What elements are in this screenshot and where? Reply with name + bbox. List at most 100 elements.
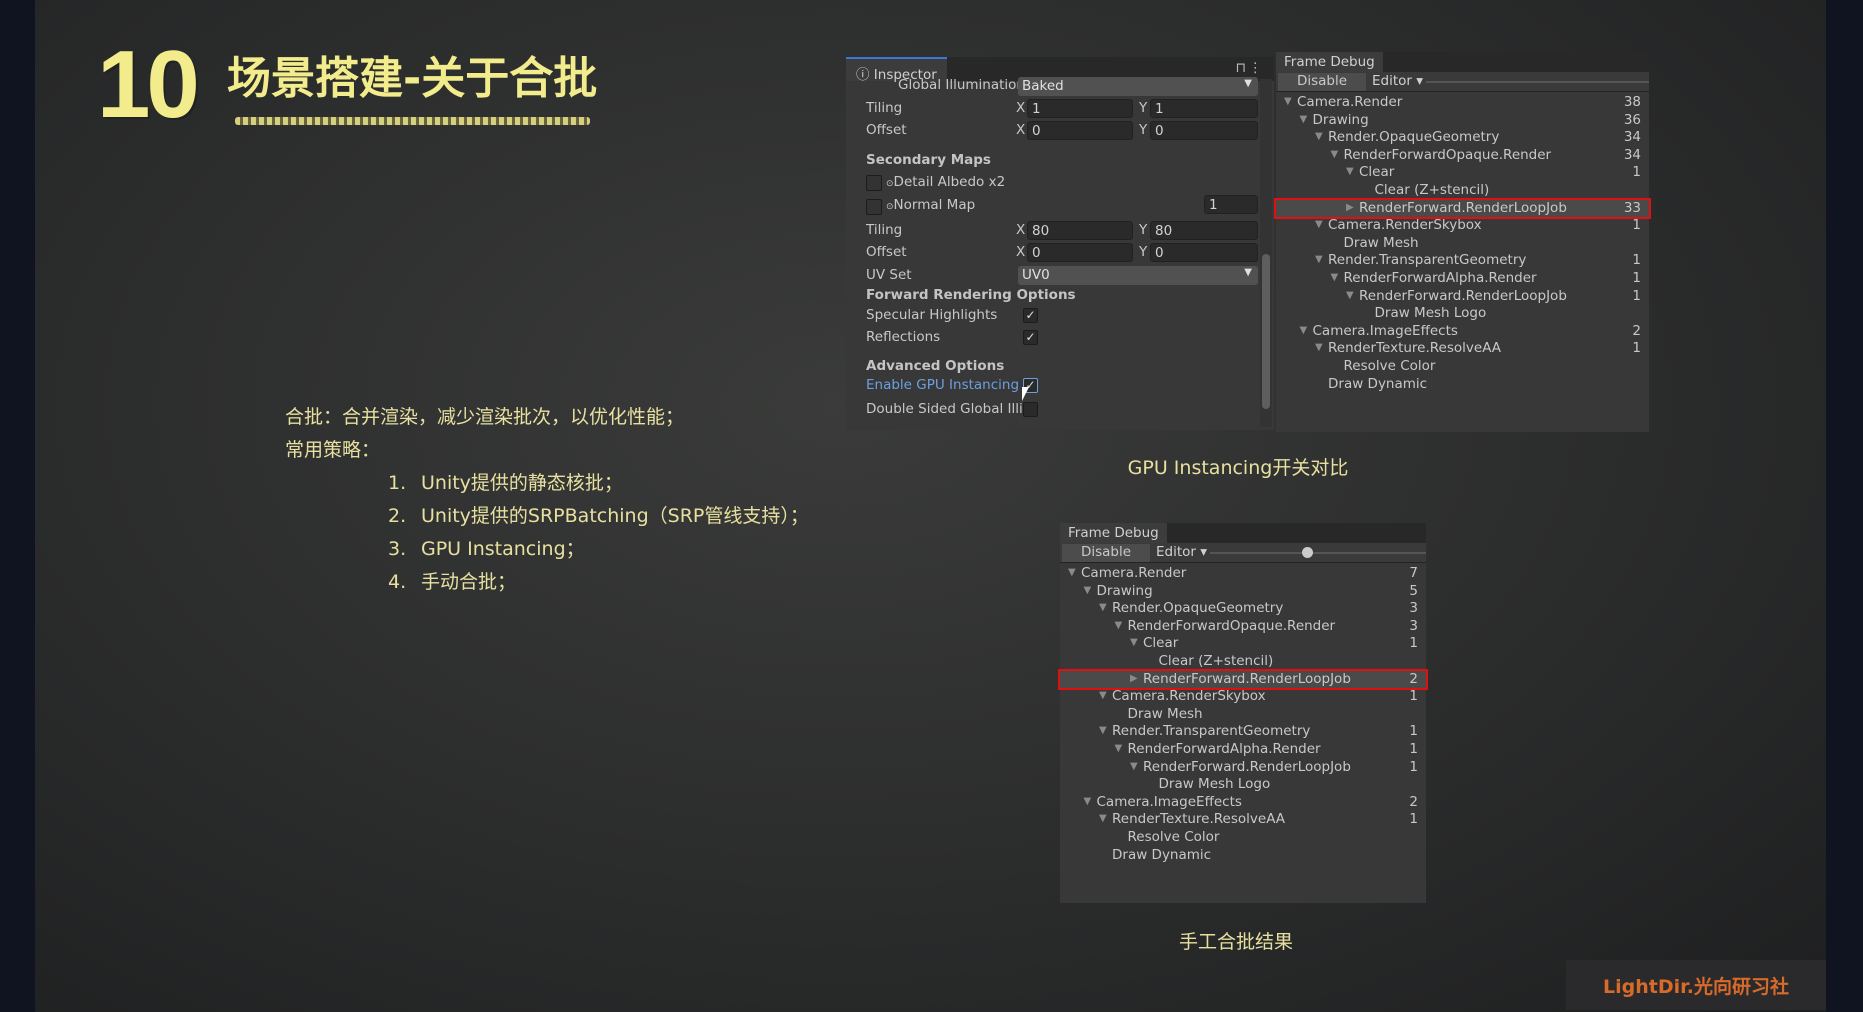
expand-arrow-icon[interactable]: ▶ <box>1346 202 1354 213</box>
event-tree-item[interactable]: ▼ Camera.Render 38 <box>1276 94 1649 112</box>
event-tree-item[interactable]: ▼ Drawing 36 <box>1276 112 1649 130</box>
gi-dropdown[interactable]: Baked ▼ <box>1018 77 1258 96</box>
collapse-arrow-icon[interactable]: ▼ <box>1300 325 1308 336</box>
tab-frame-debug[interactable]: Frame Debug <box>1060 523 1167 543</box>
lock-icon[interactable]: ⊓ <box>1235 60 1246 76</box>
collapse-arrow-icon[interactable]: ▼ <box>1099 690 1107 701</box>
double-sided-gi-checkbox[interactable] <box>1023 402 1038 417</box>
offset2-y-field[interactable]: 0 <box>1150 243 1258 262</box>
event-tree-item[interactable]: ▼ Render.OpaqueGeometry 3 <box>1060 600 1426 618</box>
collapse-arrow-icon[interactable]: ▼ <box>1284 96 1292 107</box>
strategies-label: 常用策略： <box>285 439 381 461</box>
event-slider[interactable] <box>1210 547 1426 558</box>
collapse-arrow-icon[interactable]: ▼ <box>1115 620 1123 631</box>
event-tree-item[interactable]: ▼ Camera.Render 7 <box>1060 565 1426 583</box>
offset1-x-field[interactable]: 0 <box>1027 121 1133 140</box>
reflections-checkbox[interactable]: ✓ <box>1023 330 1038 345</box>
draw-call-count: 34 <box>1623 129 1641 146</box>
collapse-arrow-icon[interactable]: ▼ <box>1130 761 1138 772</box>
more-options-icon[interactable]: ⋮ <box>1249 60 1263 76</box>
disable-button[interactable]: Disable <box>1278 73 1366 91</box>
event-tree-item[interactable]: ▼ RenderForwardAlpha.Render 1 <box>1060 741 1426 759</box>
collapse-arrow-icon[interactable]: ▼ <box>1315 219 1323 230</box>
event-tree-item[interactable]: ▼ Render.TransparentGeometry 1 <box>1276 252 1649 270</box>
slide-number: 10 <box>97 31 200 138</box>
offset1-y-field[interactable]: 0 <box>1150 121 1258 140</box>
editor-dropdown[interactable]: Editor ▾ <box>1152 544 1211 560</box>
collapse-arrow-icon[interactable]: ▼ <box>1084 796 1092 807</box>
event-name: RenderForward.RenderLoopJob <box>1359 287 1567 304</box>
slider-handle[interactable] <box>1302 547 1313 558</box>
event-name: RenderTexture.ResolveAA <box>1112 811 1286 828</box>
tiling2-y-field[interactable]: 80 <box>1150 221 1258 240</box>
event-tree-item[interactable]: ▼ Camera.RenderSkybox 1 <box>1060 688 1426 706</box>
event-tree-item[interactable]: Resolve Color <box>1276 358 1649 376</box>
tiling2-label: Tiling <box>866 222 903 238</box>
event-tree-item[interactable]: ▼ RenderForwardOpaque.Render 3 <box>1060 618 1426 636</box>
event-tree-item[interactable]: Draw Dynamic <box>1276 376 1649 394</box>
normal-scale-field[interactable]: 1 <box>1204 195 1258 214</box>
collapse-arrow-icon[interactable]: ▼ <box>1099 602 1107 613</box>
event-tree-item[interactable]: ▼ RenderForwardAlpha.Render 1 <box>1276 270 1649 288</box>
disable-button[interactable]: Disable <box>1062 544 1150 562</box>
event-tree-item[interactable]: ▼ Drawing 5 <box>1060 583 1426 601</box>
collapse-arrow-icon[interactable]: ▼ <box>1346 290 1354 301</box>
event-tree-item[interactable]: ▼ Clear 1 <box>1060 635 1426 653</box>
event-tree-item[interactable]: Draw Dynamic <box>1060 847 1426 865</box>
event-tree-item[interactable]: ▼ Clear 1 <box>1276 164 1649 182</box>
tiling2-x-field[interactable]: 80 <box>1027 221 1133 240</box>
event-tree-item[interactable]: ▼ RenderForward.RenderLoopJob 1 <box>1060 759 1426 777</box>
event-tree-item[interactable]: ▼ Camera.ImageEffects 2 <box>1276 323 1649 341</box>
event-tree-item[interactable]: ▼ RenderForwardOpaque.Render 34 <box>1276 147 1649 165</box>
collapse-arrow-icon[interactable]: ▼ <box>1099 813 1107 824</box>
collapse-arrow-icon[interactable]: ▼ <box>1315 342 1323 353</box>
event-tree-item[interactable]: ▼ RenderTexture.ResolveAA 1 <box>1060 811 1426 829</box>
event-slider[interactable] <box>1426 81 1649 83</box>
event-name: Camera.Render <box>1081 565 1187 581</box>
collapse-arrow-icon[interactable]: ▼ <box>1115 743 1123 754</box>
uv-set-dropdown[interactable]: UV0 ▼ <box>1018 266 1258 285</box>
scrollbar-thumb[interactable] <box>1262 254 1270 409</box>
double-sided-gi-label: Double Sided Global Illi <box>866 401 1023 417</box>
collapse-arrow-icon[interactable]: ▼ <box>1331 272 1339 283</box>
event-name: Drawing <box>1096 582 1153 599</box>
normal-map-slot[interactable] <box>866 199 882 215</box>
event-tree-item[interactable]: ▼ Camera.ImageEffects 2 <box>1060 794 1426 812</box>
event-tree-item[interactable]: Draw Mesh Logo <box>1060 776 1426 794</box>
detail-albedo-slot[interactable] <box>866 175 882 191</box>
event-tree-item[interactable]: ▶ RenderForward.RenderLoopJob 2 <box>1058 668 1428 691</box>
tab-frame-debug[interactable]: Frame Debug <box>1276 52 1383 72</box>
event-tree-item[interactable]: Draw Mesh <box>1276 235 1649 253</box>
event-tree-item[interactable]: Draw Mesh Logo <box>1276 305 1649 323</box>
event-tree-item[interactable]: ▼ Render.TransparentGeometry 1 <box>1060 723 1426 741</box>
collapse-arrow-icon[interactable]: ▼ <box>1331 149 1339 160</box>
event-tree-item[interactable]: Resolve Color <box>1060 829 1426 847</box>
event-tree-item[interactable]: ▶ RenderForward.RenderLoopJob 33 <box>1274 197 1651 220</box>
collapse-arrow-icon[interactable]: ▼ <box>1130 637 1138 648</box>
collapse-arrow-icon[interactable]: ▼ <box>1084 585 1092 596</box>
event-tree-item[interactable]: ▼ Camera.RenderSkybox 1 <box>1276 217 1649 235</box>
tiling1-y-field[interactable]: 1 <box>1150 99 1258 118</box>
inspector-scrollbar[interactable] <box>1260 79 1272 427</box>
offset2-x-field[interactable]: 0 <box>1027 243 1133 262</box>
event-tree-item[interactable]: ▼ Render.OpaqueGeometry 34 <box>1276 129 1649 147</box>
event-tree-item[interactable]: Clear (Z+stencil) <box>1276 182 1649 200</box>
expand-arrow-icon[interactable]: ▶ <box>1130 673 1138 684</box>
draw-call-count: 1 <box>1409 635 1418 652</box>
draw-call-count: 1 <box>1632 217 1641 234</box>
event-tree-item[interactable]: Clear (Z+stencil) <box>1060 653 1426 671</box>
tiling1-x-field[interactable]: 1 <box>1027 99 1133 118</box>
collapse-arrow-icon[interactable]: ▼ <box>1300 114 1308 125</box>
target-icon: ⊙ <box>886 179 894 189</box>
y-axis-label: Y <box>1139 122 1148 138</box>
collapse-arrow-icon[interactable]: ▼ <box>1315 254 1323 265</box>
specular-checkbox[interactable]: ✓ <box>1023 308 1038 323</box>
collapse-arrow-icon[interactable]: ▼ <box>1315 131 1323 142</box>
collapse-arrow-icon[interactable]: ▼ <box>1068 567 1076 578</box>
editor-dropdown[interactable]: Editor ▾ <box>1368 73 1427 89</box>
event-tree-item[interactable]: Draw Mesh <box>1060 706 1426 724</box>
collapse-arrow-icon[interactable]: ▼ <box>1346 166 1354 177</box>
event-tree-item[interactable]: ▼ RenderTexture.ResolveAA 1 <box>1276 340 1649 358</box>
collapse-arrow-icon[interactable]: ▼ <box>1099 725 1107 736</box>
event-tree-item[interactable]: ▼ RenderForward.RenderLoopJob 1 <box>1276 288 1649 306</box>
